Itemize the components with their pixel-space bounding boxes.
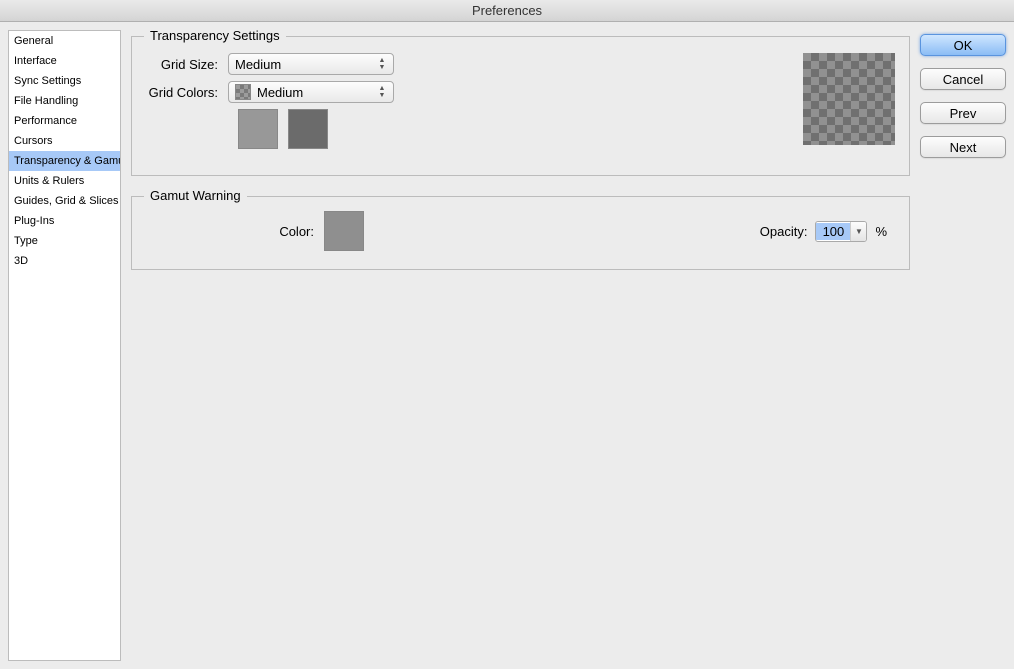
gamut-color-label: Color: [154, 224, 314, 239]
color-swatches [238, 109, 895, 149]
sidebar-item-performance[interactable]: Performance [9, 111, 120, 131]
sidebar-item-units-rulers[interactable]: Units & Rulers [9, 171, 120, 191]
sidebar-item-plug-ins[interactable]: Plug-Ins [9, 211, 120, 231]
gamut-color-swatch[interactable] [324, 211, 364, 251]
grid-colors-select[interactable]: Medium ▲▼ [228, 81, 394, 103]
sidebar-item-file-handling[interactable]: File Handling [9, 91, 120, 111]
transparency-settings-group: Transparency Settings Grid Size: Medium … [131, 36, 910, 176]
dialog-buttons: OK Cancel Prev Next [920, 30, 1006, 661]
opacity-label: Opacity: [760, 224, 808, 239]
gamut-color-group: Color: [154, 211, 364, 251]
gamut-warning-group: Gamut Warning Color: Opacity: ▼ % [131, 196, 910, 270]
cancel-button[interactable]: Cancel [920, 68, 1006, 90]
sidebar-item-guides-grid-slices[interactable]: Guides, Grid & Slices [9, 191, 120, 211]
sidebar-item-type[interactable]: Type [9, 231, 120, 251]
grid-size-row: Grid Size: Medium ▲▼ [146, 53, 895, 75]
window-title: Preferences [472, 3, 542, 18]
sidebar-item-general[interactable]: General [9, 31, 120, 51]
sidebar-item-3d[interactable]: 3D [9, 251, 120, 271]
sidebar-item-transparency-gamut[interactable]: Transparency & Gamut [9, 151, 120, 171]
opacity-unit: % [875, 224, 887, 239]
sidebar-item-interface[interactable]: Interface [9, 51, 120, 71]
gamut-row: Color: Opacity: ▼ % [146, 207, 895, 255]
transparency-legend: Transparency Settings [144, 28, 286, 43]
grid-colors-value: Medium [257, 85, 303, 100]
transparency-preview [803, 53, 895, 145]
checker-icon [235, 84, 251, 100]
grid-colors-row: Grid Colors: Medium ▲▼ [146, 81, 895, 103]
gamut-legend: Gamut Warning [144, 188, 247, 203]
sidebar: GeneralInterfaceSync SettingsFile Handli… [8, 30, 121, 661]
sidebar-item-cursors[interactable]: Cursors [9, 131, 120, 151]
ok-button[interactable]: OK [920, 34, 1006, 56]
grid-size-label: Grid Size: [146, 57, 228, 72]
grid-colors-label: Grid Colors: [146, 85, 228, 100]
updown-icon: ▲▼ [374, 83, 390, 101]
dropdown-icon[interactable]: ▼ [850, 222, 866, 241]
swatch-dark[interactable] [288, 109, 328, 149]
opacity-field[interactable]: ▼ [815, 221, 867, 242]
opacity-input[interactable] [816, 223, 850, 240]
updown-icon: ▲▼ [374, 55, 390, 73]
sidebar-item-sync-settings[interactable]: Sync Settings [9, 71, 120, 91]
next-button[interactable]: Next [920, 136, 1006, 158]
gamut-opacity-group: Opacity: ▼ % [760, 221, 887, 242]
content-pane: Transparency Settings Grid Size: Medium … [131, 30, 910, 661]
main-container: GeneralInterfaceSync SettingsFile Handli… [0, 22, 1014, 669]
prev-button[interactable]: Prev [920, 102, 1006, 124]
grid-size-value: Medium [235, 57, 281, 72]
grid-size-select[interactable]: Medium ▲▼ [228, 53, 394, 75]
titlebar: Preferences [0, 0, 1014, 22]
swatch-light[interactable] [238, 109, 278, 149]
